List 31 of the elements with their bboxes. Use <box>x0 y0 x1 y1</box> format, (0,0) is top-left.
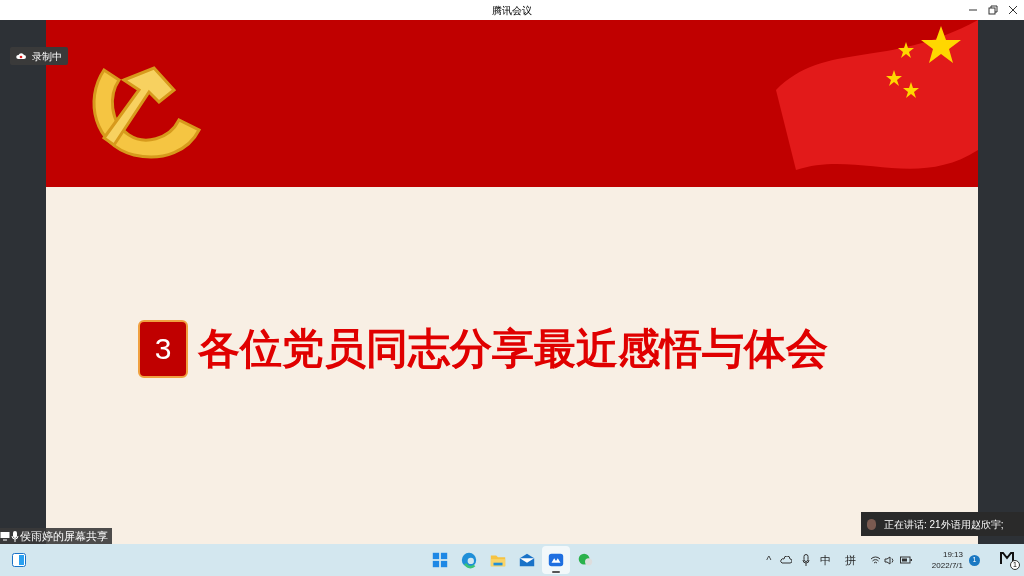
start-icon <box>431 551 449 569</box>
microphone-icon[interactable] <box>801 554 810 566</box>
speaker-text: 正在讲话: 21外语用赵欣宇; <box>884 517 1004 532</box>
active-indicator <box>552 571 560 573</box>
show-hidden-icons[interactable]: ^ <box>761 551 776 569</box>
window-title: 腾讯会议 <box>492 3 532 18</box>
app-logo-icon[interactable] <box>1000 552 1014 564</box>
meeting-app-icon <box>547 551 565 569</box>
browser-icon <box>460 551 478 569</box>
screen-share-icon <box>0 531 10 541</box>
recording-label: 录制中 <box>32 49 62 64</box>
battery-icon[interactable] <box>899 556 912 564</box>
avatar <box>867 518 876 530</box>
cloud-icon <box>16 52 26 60</box>
slide-title: 各位党员同志分享最近感悟与体会 <box>198 323 828 375</box>
close-icon[interactable] <box>1008 5 1018 15</box>
input-mode-indicator[interactable]: 中 <box>819 551 831 569</box>
screen-share-label: 侯雨婷的屏幕共享 <box>20 528 108 544</box>
microphone-icon <box>11 530 19 542</box>
wifi-icon[interactable] <box>869 555 881 565</box>
speaker-icon[interactable] <box>883 555 895 565</box>
clock[interactable]: 19:13 2022/7/1 <box>931 549 963 571</box>
mail-icon <box>518 551 536 569</box>
widgets-icon[interactable] <box>12 553 26 567</box>
clock-time: 19:13 <box>942 549 963 560</box>
cloud-icon[interactable] <box>779 556 792 564</box>
section-number: 3 <box>138 319 188 378</box>
taskbar-app-button[interactable] <box>542 546 570 574</box>
clock-date: 2022/7/1 <box>931 560 963 571</box>
input-method-indicator[interactable]: 拼 <box>844 551 856 569</box>
restore-icon[interactable] <box>988 5 998 15</box>
